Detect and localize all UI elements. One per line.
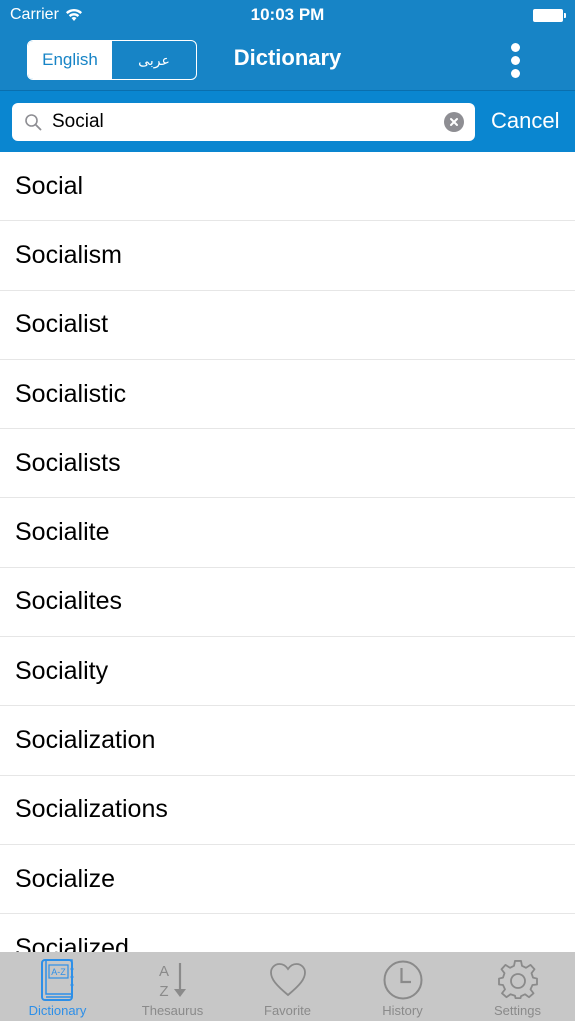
language-toggle[interactable]: English عربی [27, 40, 197, 80]
clock-icon [383, 960, 422, 1000]
language-option-arabic[interactable]: عربی [112, 41, 196, 79]
tab-label: Settings [494, 1003, 541, 1018]
list-item[interactable]: Socialism [0, 221, 575, 291]
language-option-english[interactable]: English [28, 41, 112, 79]
battery-full-icon [533, 9, 566, 22]
tab-bar: A-Z Dictionary A Z Thesaurus Favorite Hi… [0, 952, 575, 1021]
clear-circle-icon[interactable] [444, 112, 464, 132]
tab-dictionary[interactable]: A-Z Dictionary [0, 952, 115, 1021]
tab-history[interactable]: History [345, 952, 460, 1021]
tab-favorite[interactable]: Favorite [230, 952, 345, 1021]
tab-label: Favorite [264, 1003, 311, 1018]
tab-label: Dictionary [28, 1003, 87, 1018]
search-input[interactable] [52, 111, 422, 133]
more-vertical-icon[interactable] [503, 42, 527, 78]
status-bar: Carrier 10:03 PM [0, 0, 575, 30]
svg-text:Z: Z [159, 983, 168, 1000]
sort-a-z-icon: A Z [158, 963, 186, 1000]
list-item[interactable]: Social [0, 152, 575, 222]
gear-icon [497, 960, 538, 1000]
list-item[interactable]: Socialization [0, 706, 575, 776]
results-list[interactable]: Social Socialism Socialist Socialistic S… [0, 152, 575, 952]
navigation-header: Carrier 10:03 PM English عربی Dictionary [0, 0, 575, 90]
list-item[interactable]: Socialite [0, 498, 575, 568]
svg-text:A: A [158, 963, 168, 980]
cancel-button[interactable]: Cancel [491, 108, 559, 134]
page-title: Dictionary [233, 45, 342, 70]
magnifier-icon [25, 114, 42, 131]
tab-label: Thesaurus [141, 1003, 204, 1018]
list-item[interactable]: Socialists [0, 429, 575, 499]
status-time: 10:03 PM [250, 5, 325, 24]
book-a-z-icon: A-Z [40, 959, 73, 1001]
list-item[interactable]: Socialize [0, 845, 575, 915]
list-item[interactable]: Socialites [0, 568, 575, 638]
tab-thesaurus[interactable]: A Z Thesaurus [115, 952, 230, 1021]
list-item[interactable]: Socialist [0, 291, 575, 360]
search-bar: Cancel [0, 90, 575, 152]
svg-text:A-Z: A-Z [51, 967, 66, 977]
heart-icon [269, 963, 306, 997]
list-item[interactable]: Socializations [0, 776, 575, 845]
list-item[interactable]: Socialized [0, 914, 575, 952]
list-item[interactable]: Socialistic [0, 360, 575, 430]
list-item[interactable]: Sociality [0, 637, 575, 707]
tab-settings[interactable]: Settings [460, 952, 575, 1021]
tab-label: History [382, 1003, 423, 1018]
search-field[interactable] [12, 103, 475, 141]
